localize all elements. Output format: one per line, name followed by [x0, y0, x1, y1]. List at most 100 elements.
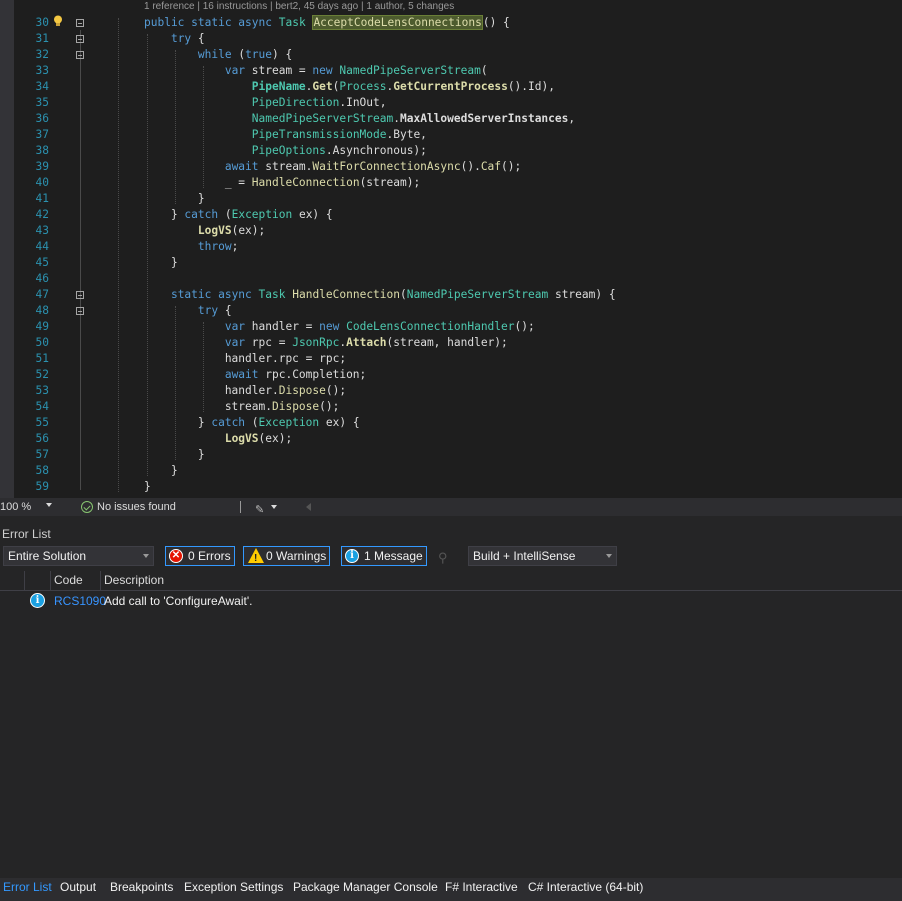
- code-text[interactable]: var stream = new NamedPipeServerStream(: [144, 63, 488, 79]
- collapse-icon[interactable]: [76, 51, 84, 59]
- code-text[interactable]: LogVS(ex);: [144, 431, 292, 447]
- code-text[interactable]: } catch (Exception ex) {: [144, 415, 360, 431]
- errors-filter-button[interactable]: ✕ 0 Errors: [165, 546, 235, 566]
- tab-csharp-interactive[interactable]: C# Interactive (64-bit): [525, 878, 646, 896]
- collapse-icon[interactable]: [76, 307, 84, 315]
- column-header-description[interactable]: Description: [104, 571, 164, 590]
- code-text[interactable]: await rpc.Completion;: [144, 367, 366, 383]
- code-line[interactable]: 56 LogVS(ex);: [0, 431, 902, 447]
- code-text[interactable]: }: [144, 191, 205, 207]
- zoom-level: 100 %: [0, 501, 32, 513]
- code-text[interactable]: }: [144, 479, 151, 495]
- code-text[interactable]: handler.Dispose();: [144, 383, 346, 399]
- zoom-dropdown[interactable]: 100 %: [0, 498, 56, 516]
- code-line[interactable]: 42 } catch (Exception ex) {: [0, 207, 902, 223]
- line-number: 56: [35, 432, 49, 445]
- code-text[interactable]: LogVS(ex);: [144, 223, 265, 239]
- code-line[interactable]: 33 var stream = new NamedPipeServerStrea…: [0, 63, 902, 79]
- table-row[interactable]: i RCS1090 Add call to 'ConfigureAwait'.: [0, 592, 902, 610]
- code-text[interactable]: }: [144, 463, 178, 479]
- code-line[interactable]: 35 PipeDirection.InOut,: [0, 95, 902, 111]
- code-line[interactable]: 47 static async Task HandleConnection(Na…: [0, 287, 902, 303]
- code-line[interactable]: 54 stream.Dispose();: [0, 399, 902, 415]
- code-line[interactable]: 53 handler.Dispose();: [0, 383, 902, 399]
- code-line[interactable]: 38 PipeOptions.Asynchronous);: [0, 143, 902, 159]
- code-line[interactable]: 43 LogVS(ex);: [0, 223, 902, 239]
- code-text[interactable]: PipeOptions.Asynchronous);: [144, 143, 427, 159]
- code-text[interactable]: public static async Task AcceptCodeLensC…: [144, 15, 510, 31]
- code-line[interactable]: 52 await rpc.Completion;: [0, 367, 902, 383]
- code-text[interactable]: NamedPipeServerStream.MaxAllowedServerIn…: [144, 111, 575, 127]
- code-line[interactable]: 30 public static async Task AcceptCodeLen…: [0, 15, 902, 31]
- code-text[interactable]: static async Task HandleConnection(Named…: [144, 287, 616, 303]
- warnings-filter-button[interactable]: ! 0 Warnings: [243, 546, 330, 566]
- codelens-info[interactable]: 1 reference | 16 instructions | bert2, 4…: [144, 1, 454, 12]
- code-text[interactable]: var rpc = JsonRpc.Attach(stream, handler…: [144, 335, 508, 351]
- line-number: 52: [35, 368, 49, 381]
- tab-output[interactable]: Output: [57, 878, 99, 896]
- code-line[interactable]: 46: [0, 271, 902, 287]
- tab-exception-settings[interactable]: Exception Settings: [181, 878, 286, 896]
- code-text[interactable]: PipeDirection.InOut,: [144, 95, 387, 111]
- tab-package-manager-console[interactable]: Package Manager Console: [290, 878, 441, 896]
- check-circle-icon: [81, 501, 93, 513]
- tab-breakpoints[interactable]: Breakpoints: [107, 878, 176, 896]
- line-number: 59: [35, 480, 49, 493]
- line-number: 35: [35, 96, 49, 109]
- code-line[interactable]: 41 }: [0, 191, 902, 207]
- tab-error-list[interactable]: Error List: [0, 878, 55, 896]
- code-line[interactable]: 58 }: [0, 463, 902, 479]
- code-text[interactable]: try {: [144, 31, 205, 47]
- build-filter-dropdown[interactable]: Build + IntelliSense: [468, 546, 617, 566]
- column-divider[interactable]: [24, 571, 25, 590]
- code-editor[interactable]: 1 reference | 16 instructions | bert2, 4…: [0, 0, 902, 498]
- code-text[interactable]: var handler = new CodeLensConnectionHand…: [144, 319, 535, 335]
- line-number: 30: [35, 16, 49, 29]
- code-text[interactable]: }: [144, 255, 178, 271]
- code-text[interactable]: PipeTransmissionMode.Byte,: [144, 127, 427, 143]
- issues-status[interactable]: No issues found: [97, 498, 176, 516]
- code-text[interactable]: }: [144, 447, 205, 463]
- code-text[interactable]: throw;: [144, 239, 238, 255]
- code-line[interactable]: 34 PipeName.Get(Process.GetCurrentProces…: [0, 79, 902, 95]
- error-code-link[interactable]: RCS1090: [54, 592, 106, 610]
- code-text[interactable]: try {: [144, 303, 232, 319]
- scope-dropdown[interactable]: Entire Solution: [3, 546, 154, 566]
- tab-fsharp-interactive[interactable]: F# Interactive: [442, 878, 521, 896]
- code-line[interactable]: 45 }: [0, 255, 902, 271]
- chevron-down-icon: [143, 554, 149, 558]
- code-text[interactable]: while (true) {: [144, 47, 292, 63]
- code-line[interactable]: 39 await stream.WaitForConnectionAsync()…: [0, 159, 902, 175]
- code-line[interactable]: 31 try {: [0, 31, 902, 47]
- messages-filter-button[interactable]: i 1 Message: [341, 546, 427, 566]
- code-line[interactable]: 49 var handler = new CodeLensConnectionH…: [0, 319, 902, 335]
- code-text[interactable]: await stream.WaitForConnectionAsync().Ca…: [144, 159, 521, 175]
- column-header-code[interactable]: Code: [54, 571, 83, 590]
- column-divider[interactable]: [50, 571, 51, 590]
- code-line[interactable]: 59}: [0, 479, 902, 495]
- collapse-icon[interactable]: [76, 19, 84, 27]
- scroll-left-icon[interactable]: [306, 503, 311, 511]
- code-line[interactable]: 57 }: [0, 447, 902, 463]
- line-number: 40: [35, 176, 49, 189]
- code-line[interactable]: 32 while (true) {: [0, 47, 902, 63]
- collapse-icon[interactable]: [76, 35, 84, 43]
- collapse-icon[interactable]: [76, 291, 84, 299]
- code-line[interactable]: 51 handler.rpc = rpc;: [0, 351, 902, 367]
- code-text[interactable]: stream.Dispose();: [144, 399, 340, 415]
- code-line[interactable]: 44 throw;: [0, 239, 902, 255]
- code-line[interactable]: 55 } catch (Exception ex) {: [0, 415, 902, 431]
- line-number: 49: [35, 320, 49, 333]
- code-text[interactable]: PipeName.Get(Process.GetCurrentProcess()…: [144, 79, 555, 95]
- column-divider[interactable]: [100, 571, 101, 590]
- code-text[interactable]: _ = HandleConnection(stream);: [144, 175, 420, 191]
- code-line[interactable]: 50 var rpc = JsonRpc.Attach(stream, hand…: [0, 335, 902, 351]
- code-line[interactable]: 36 NamedPipeServerStream.MaxAllowedServe…: [0, 111, 902, 127]
- chevron-down-icon[interactable]: [271, 505, 277, 509]
- code-text[interactable]: handler.rpc = rpc;: [144, 351, 346, 367]
- code-text[interactable]: } catch (Exception ex) {: [144, 207, 333, 223]
- filter-icon[interactable]: ⚲: [438, 550, 448, 566]
- code-line[interactable]: 37 PipeTransmissionMode.Byte,: [0, 127, 902, 143]
- code-line[interactable]: 40 _ = HandleConnection(stream);: [0, 175, 902, 191]
- code-line[interactable]: 48 try {: [0, 303, 902, 319]
